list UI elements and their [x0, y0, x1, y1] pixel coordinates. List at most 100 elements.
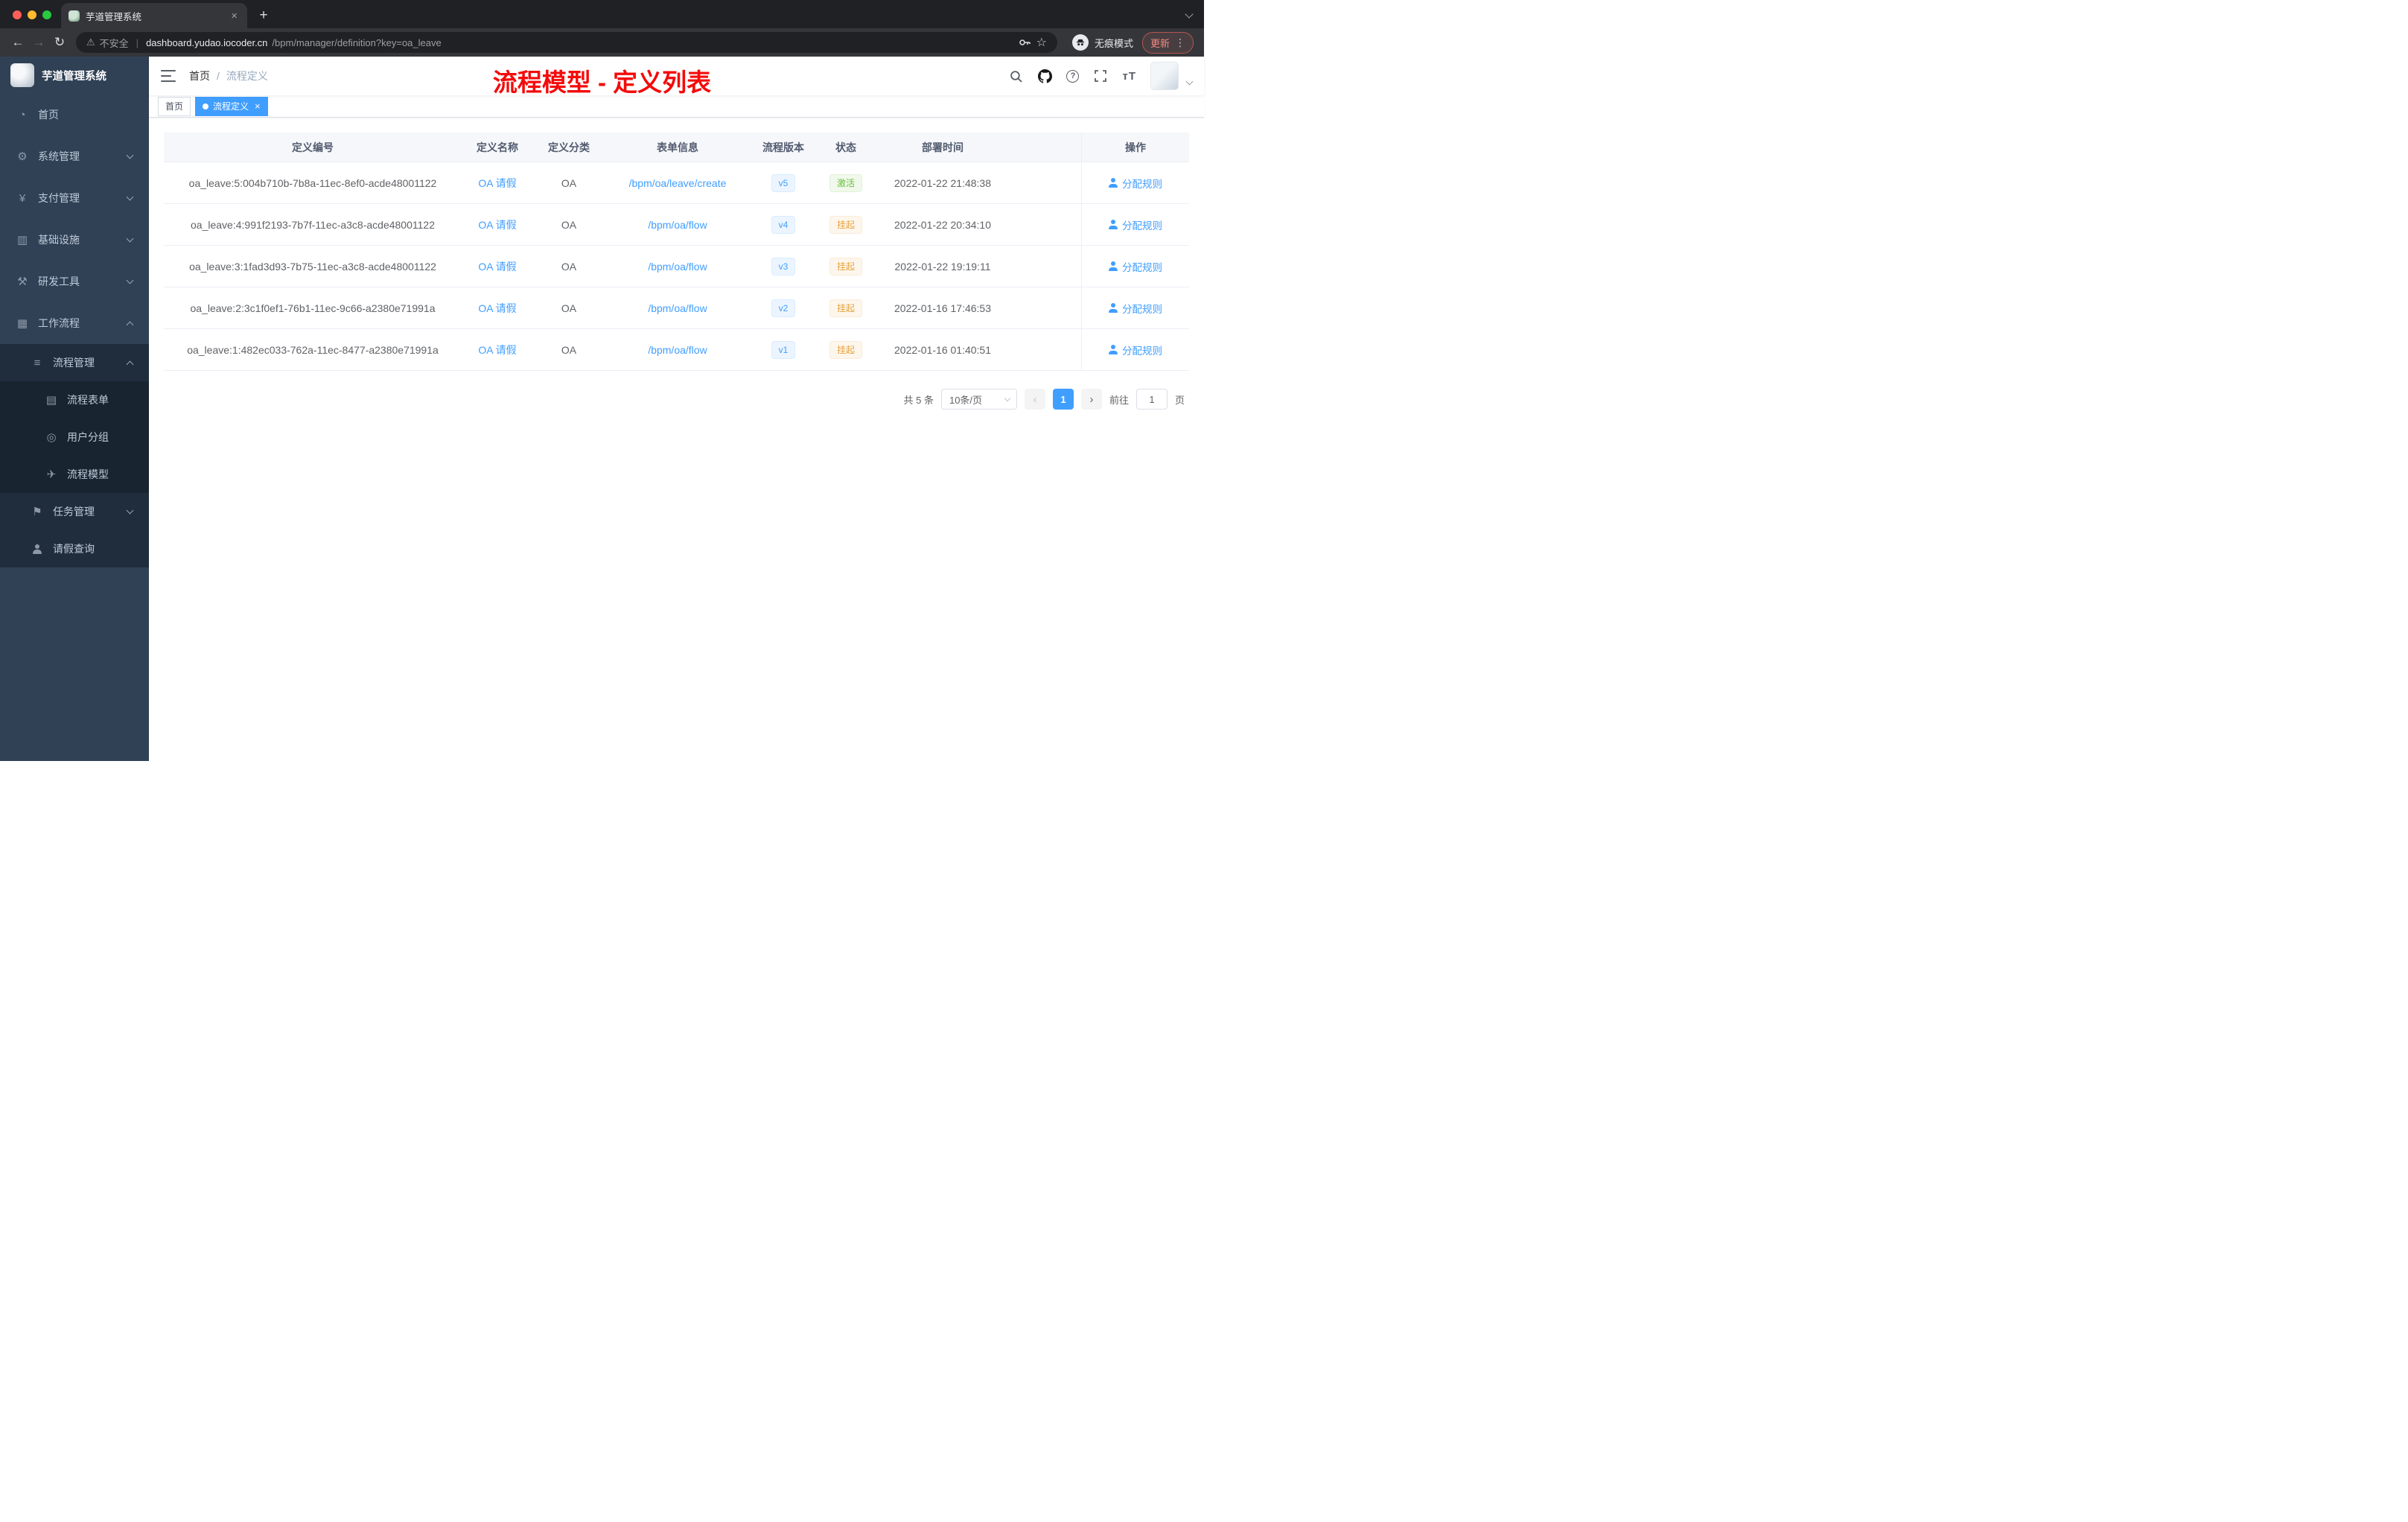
form-link[interactable]: /bpm/oa/flow: [648, 219, 707, 231]
cell-status: 挂起: [816, 329, 876, 370]
tag-active[interactable]: 流程定义 ×: [195, 96, 268, 116]
minimize-window-button[interactable]: [28, 10, 36, 19]
assign-rule-link[interactable]: 分配规则: [1109, 301, 1162, 316]
definition-name-link[interactable]: OA 请假: [478, 176, 516, 191]
cell-action: 分配规则: [1081, 162, 1189, 203]
page-number-button[interactable]: 1: [1052, 389, 1074, 410]
document-icon: ▤: [45, 394, 57, 407]
close-window-button[interactable]: [13, 10, 22, 19]
browser-tab[interactable]: 芋道管理系统 ×: [61, 3, 247, 28]
version-badge: v3: [771, 257, 796, 276]
sidebar-item-system[interactable]: ⚙ 系统管理: [0, 136, 149, 177]
tools-icon: ⚒: [17, 276, 28, 288]
sidebar-item-process-model[interactable]: ✈ 流程模型: [0, 456, 149, 493]
definition-name-link[interactable]: OA 请假: [478, 259, 516, 274]
help-icon[interactable]: [1066, 69, 1080, 83]
page-size-select[interactable]: 10条/页: [940, 389, 1017, 410]
browser-chrome: 芋道管理系统 × + ← → ↻ ⚠ 不安全 | dashboard.yudao…: [0, 0, 1204, 57]
person-icon: [1109, 178, 1118, 188]
tag-item[interactable]: 首页: [158, 96, 191, 116]
assign-rule-link[interactable]: 分配规则: [1109, 259, 1162, 274]
form-link[interactable]: /bpm/oa/leave/create: [629, 177, 727, 189]
breadcrumb-home[interactable]: 首页: [189, 69, 210, 83]
reload-button[interactable]: ↻: [49, 32, 70, 53]
form-link[interactable]: /bpm/oa/flow: [648, 344, 707, 356]
security-label: 不安全: [99, 37, 129, 49]
sidebar-item-devtools[interactable]: ⚒ 研发工具: [0, 261, 149, 302]
tab-close-icon[interactable]: ×: [229, 10, 240, 22]
assign-rule-link[interactable]: 分配规则: [1109, 217, 1162, 232]
column-header: 定义分类: [548, 141, 590, 153]
person-glyph: [33, 544, 42, 554]
cell-category: OA: [561, 176, 577, 189]
sidebar-toggle-icon[interactable]: [161, 70, 176, 82]
tab-search-icon[interactable]: [1185, 10, 1194, 19]
user-avatar[interactable]: [1150, 62, 1179, 90]
omnibox-separator: |: [136, 36, 139, 48]
header-spacer: [1010, 133, 1081, 162]
maximize-window-button[interactable]: [42, 10, 51, 19]
cell-definition-id: oa_leave:3:1fad3d93-7b75-11ec-a3c8-acde4…: [189, 260, 436, 273]
app-frame: 芋道管理系统 ◔ 首页 ⚙ 系统管理 ¥ 支付管理 ▥ 基础设施 ⚒ 研发工具 ▦ 工作流程 ≡ 流程管理…: [0, 57, 1204, 761]
table-body: oa_leave:5:004b710b-7b8a-11ec-8ef0-acde4…: [164, 162, 1189, 371]
assign-rule-link[interactable]: 分配规则: [1109, 343, 1162, 357]
logo-avatar: [10, 63, 34, 87]
github-icon[interactable]: [1037, 69, 1052, 83]
url-bar[interactable]: ⚠ 不安全 | dashboard.yudao.iocoder.cn/bpm/m…: [76, 32, 1057, 53]
tab-favicon: [69, 10, 80, 22]
definition-name-link[interactable]: OA 请假: [478, 301, 516, 316]
definition-name-link[interactable]: OA 请假: [478, 217, 516, 232]
assign-rule-link[interactable]: 分配规则: [1109, 176, 1162, 191]
chevron-up-icon: [126, 360, 134, 368]
prev-page-button[interactable]: ‹: [1024, 389, 1045, 410]
assign-rule-label: 分配规则: [1122, 345, 1162, 357]
browser-menu-icon[interactable]: ⋮: [1175, 36, 1185, 49]
sidebar-item-home[interactable]: ◔ 首页: [0, 94, 149, 136]
new-tab-button[interactable]: +: [253, 5, 274, 26]
search-icon[interactable]: [1008, 69, 1023, 83]
key-icon[interactable]: [1017, 35, 1032, 50]
form-link[interactable]: /bpm/oa/flow: [648, 302, 707, 314]
definition-name-link[interactable]: OA 请假: [478, 343, 516, 357]
fullscreen-icon[interactable]: [1093, 69, 1108, 83]
cell-definition-id: oa_leave:1:482ec033-762a-11ec-8477-a2380…: [187, 343, 439, 356]
url-path: /bpm/manager/definition?key=oa_leave: [272, 36, 442, 48]
sidebar-menu: ◔ 首页 ⚙ 系统管理 ¥ 支付管理 ▥ 基础设施 ⚒ 研发工具 ▦ 工作流程 ≡ 流程管理 ▤ 流程表单 ◎ 用…: [0, 94, 149, 567]
back-button[interactable]: ←: [7, 32, 28, 53]
close-icon[interactable]: ×: [253, 101, 261, 111]
sidebar-item-payment[interactable]: ¥ 支付管理: [0, 177, 149, 219]
sidebar-item-label: 研发工具: [38, 276, 80, 287]
sidebar-item-label: 系统管理: [38, 150, 80, 162]
forward-button[interactable]: →: [28, 32, 49, 53]
font-size-icon[interactable]: тT: [1122, 70, 1136, 83]
sidebar-item-infrastructure[interactable]: ▥ 基础设施: [0, 219, 149, 261]
goto-page-input[interactable]: [1135, 389, 1168, 410]
cell-version: v2: [751, 287, 816, 328]
sidebar-item-label: 工作流程: [38, 317, 80, 329]
sidebar-item-label: 流程表单: [67, 394, 109, 406]
next-page-button[interactable]: ›: [1080, 389, 1102, 410]
browser-update-button[interactable]: 更新 ⋮: [1141, 31, 1194, 54]
cell-definition-id: oa_leave:2:3c1f0ef1-76b1-11ec-9c66-a2380…: [190, 302, 436, 314]
status-badge: 挂起: [829, 215, 862, 234]
sidebar-item-process-mgmt[interactable]: ≡ 流程管理: [0, 344, 149, 381]
send-icon: ✈: [46, 468, 57, 481]
person-icon: [1109, 261, 1118, 271]
update-label: 更新: [1150, 37, 1170, 49]
form-link[interactable]: /bpm/oa/flow: [648, 261, 707, 273]
bookmark-star-icon[interactable]: ☆: [1036, 35, 1047, 50]
sidebar-item-label: 用户分组: [67, 431, 109, 443]
goto-label: 前往: [1109, 394, 1129, 406]
column-header: 部署时间: [922, 141, 963, 153]
table-row: oa_leave:1:482ec033-762a-11ec-8477-a2380…: [164, 329, 1189, 371]
monitor-icon: ▥: [16, 234, 28, 246]
sidebar-item-user-group[interactable]: ◎ 用户分组: [0, 418, 149, 456]
sidebar-item-workflow[interactable]: ▦ 工作流程: [0, 302, 149, 344]
cell-deploy-time: 2022-01-22 19:19:11: [894, 260, 991, 273]
sidebar-item-process-form[interactable]: ▤ 流程表单: [0, 381, 149, 418]
sidebar-logo[interactable]: 芋道管理系统: [0, 57, 149, 94]
chevron-down-icon[interactable]: [1185, 77, 1194, 85]
sidebar-item-leave-query[interactable]: 请假查询: [0, 530, 149, 567]
cell-definition-name: OA 请假: [462, 162, 533, 203]
sidebar-item-task-mgmt[interactable]: ⚑ 任务管理: [0, 493, 149, 530]
